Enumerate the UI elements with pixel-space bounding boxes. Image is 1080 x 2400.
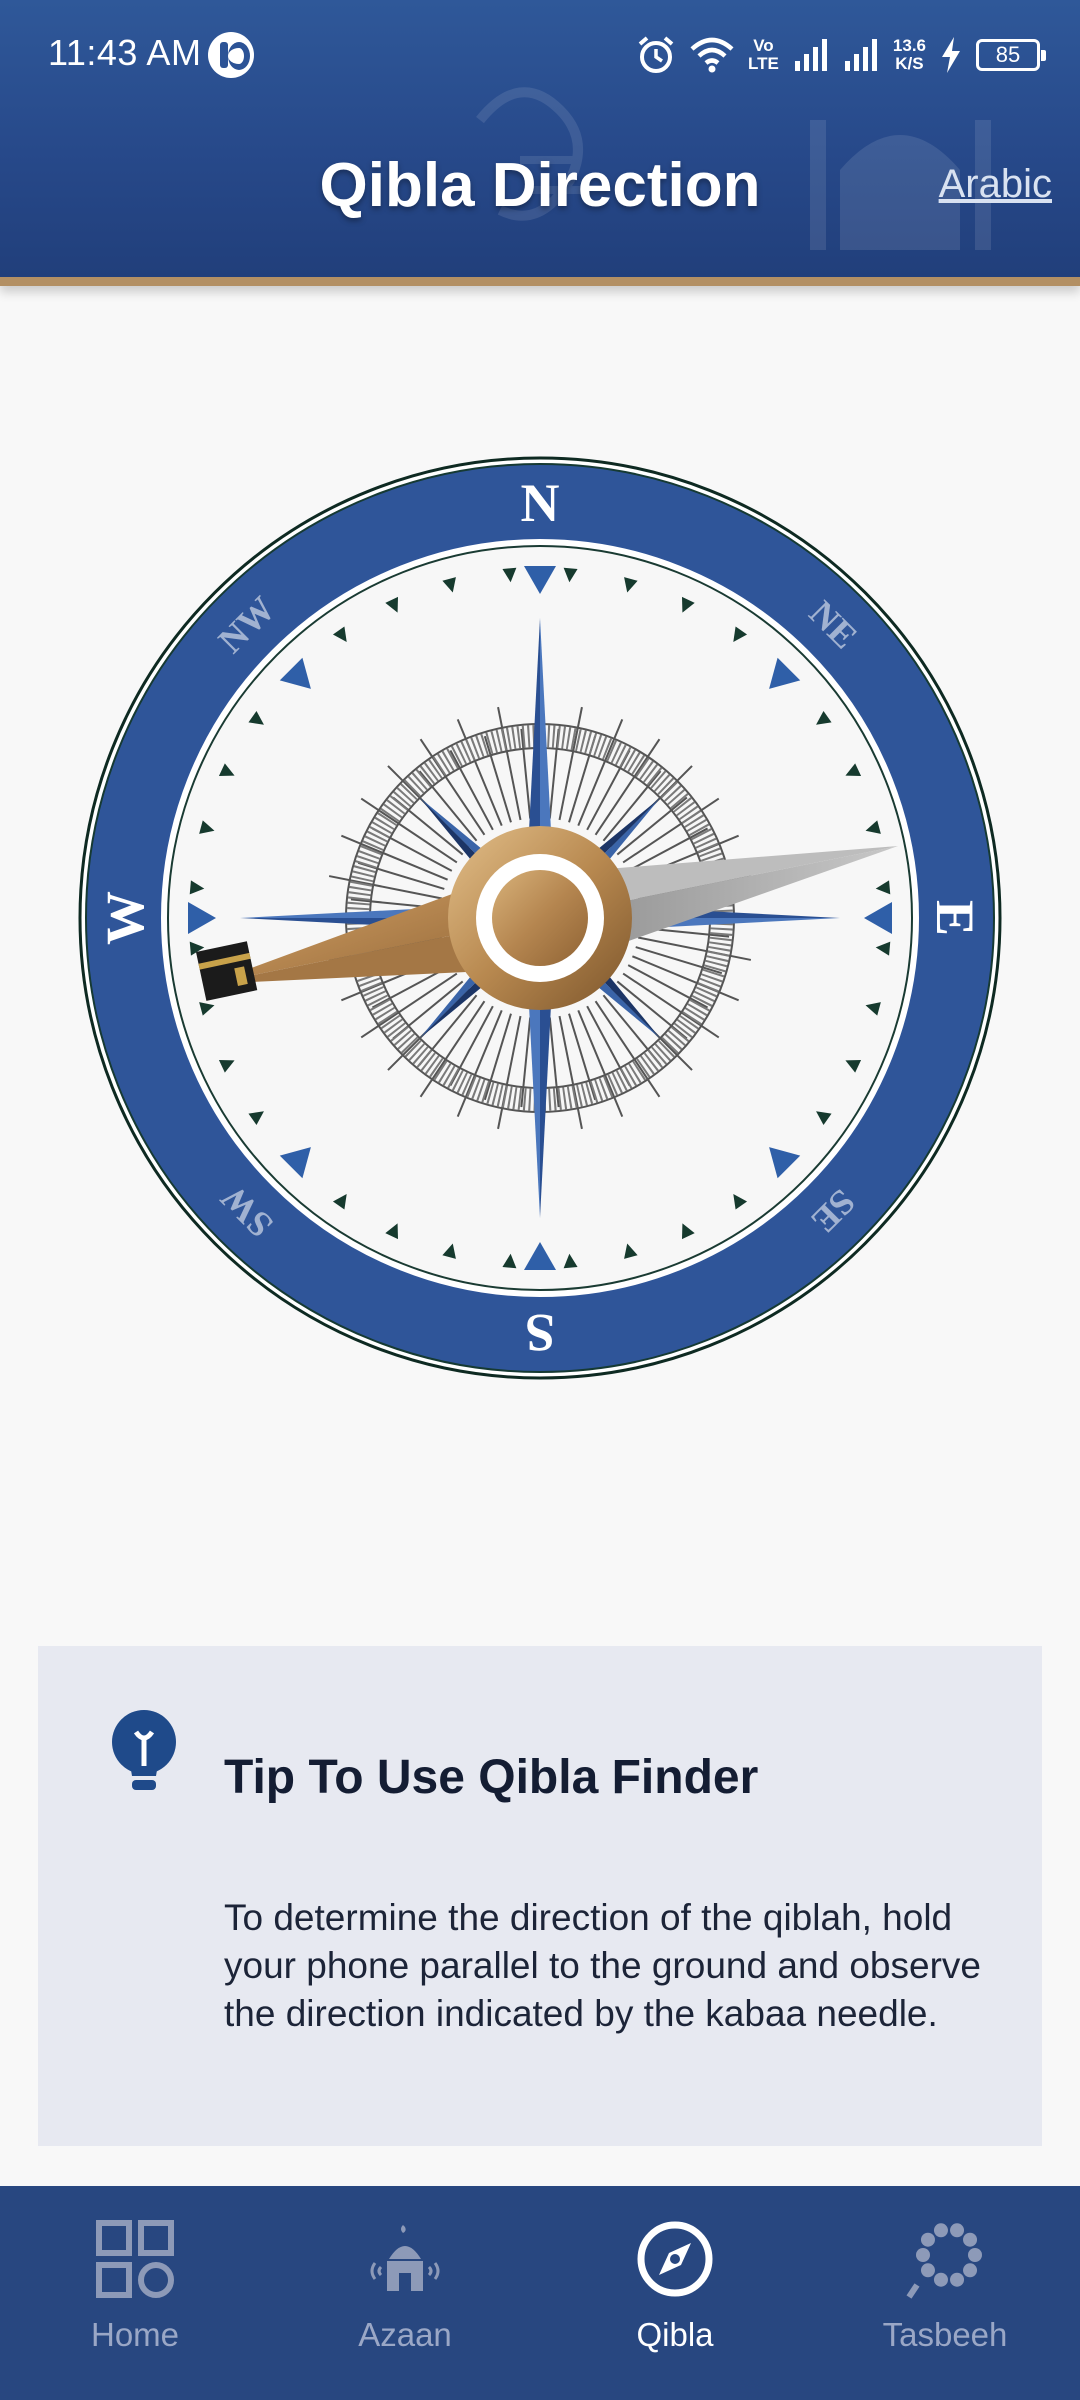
nav-label-home: Home <box>90 2316 180 2353</box>
compass-dial: NESWNESESWNW <box>78 456 1002 1380</box>
nav-label-tasbeeh: Tasbeeh <box>882 2316 1008 2353</box>
compass-label-north: N <box>521 473 560 533</box>
volte-bottom: LTE <box>748 54 779 73</box>
grid-icon <box>92 2216 178 2302</box>
battery-indicator: 85 <box>976 39 1046 71</box>
network-speed: 13.6 K/S <box>893 37 926 73</box>
nav-label-azaan: Azaan <box>358 2316 452 2353</box>
tasbeeh-beads-icon <box>902 2216 988 2302</box>
app-notification-icon <box>208 32 254 78</box>
signal-strength-icon-2 <box>844 39 877 71</box>
wifi-icon <box>690 37 734 73</box>
network-speed-unit: K/S <box>895 54 924 73</box>
status-bar: 11:43 AM Vo LTE 13.6 K/S 85 <box>0 0 1080 110</box>
mosque-icon <box>362 2216 448 2302</box>
tip-title: Tip To Use Qibla Finder <box>224 1751 759 1804</box>
tip-card: Tip To Use Qibla Finder To determine the… <box>38 1646 1042 2146</box>
language-toggle-link[interactable]: Arabic <box>939 162 1052 207</box>
signal-strength-icon-1 <box>794 39 827 71</box>
network-speed-value: 13.6 <box>892 36 926 55</box>
tip-body: To determine the direction of the qiblah… <box>224 1897 981 2034</box>
compass-label-east: E <box>925 900 985 936</box>
volte-indicator: Vo LTE <box>748 37 779 73</box>
kaaba-icon <box>196 941 258 1001</box>
qibla-compass: N E S W NE SE SW NW <box>78 456 1002 1380</box>
alarm-icon <box>638 36 674 73</box>
nav-item-qibla[interactable]: Qibla <box>540 2186 810 2400</box>
status-time: 11:43 AM <box>48 32 202 73</box>
nav-label-qibla: Qibla <box>636 2316 714 2353</box>
app-header: 11:43 AM Vo LTE 13.6 K/S 85 Qibla Direct… <box>0 0 1080 286</box>
compass-label-south: S <box>525 1303 555 1363</box>
compass-label-west: W <box>95 891 155 945</box>
compass-icon <box>632 2216 718 2302</box>
volte-top: Vo <box>753 36 774 55</box>
battery-level: 85 <box>995 42 1021 67</box>
charging-bolt-icon <box>942 37 960 73</box>
nav-item-home[interactable]: Home <box>0 2186 270 2400</box>
lightbulb-icon <box>112 1710 176 1790</box>
nav-item-azaan[interactable]: Azaan <box>270 2186 540 2400</box>
bottom-navigation: Home Azaan Qibla Tasbeeh <box>0 2186 1080 2400</box>
status-icons: Vo LTE 13.6 K/S 85 <box>636 30 1046 80</box>
page-title: Qibla Direction <box>319 151 761 220</box>
nav-item-tasbeeh[interactable]: Tasbeeh <box>810 2186 1080 2400</box>
